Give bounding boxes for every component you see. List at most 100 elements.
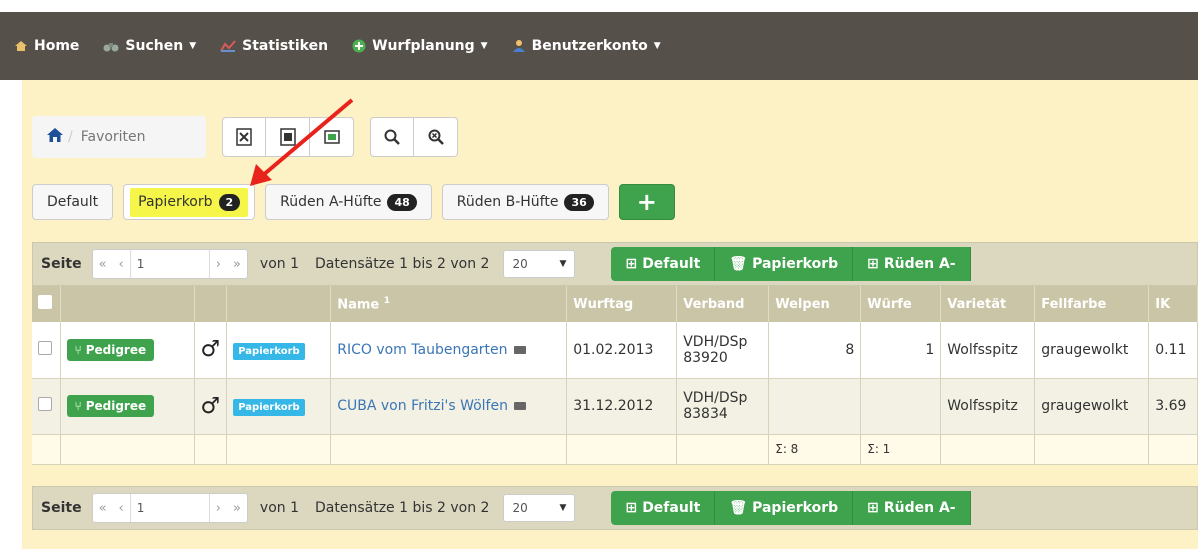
excel-icon	[236, 128, 252, 146]
move-default-button[interactable]: ⊞ Default	[611, 491, 716, 525]
welpen-cell	[768, 378, 862, 435]
move-papierkorb-label: Papierkorb	[752, 500, 839, 516]
tab-ruden-a[interactable]: Rüden A-Hüfte 48	[265, 184, 432, 220]
breadcrumb: / Favoriten	[32, 116, 206, 158]
wurfe-cell: 1	[860, 322, 942, 379]
table-row: ⑂ Pedigree ♂ Papierkorb CUBA von Fritzi's…	[32, 378, 1198, 435]
move-ruden-label: Rüden A-	[883, 500, 956, 516]
move-ruden-button[interactable]: ⊞ Rüden A-	[853, 491, 971, 525]
trash-icon: 🗑	[729, 500, 748, 516]
nav-suchen-label: Suchen	[125, 38, 184, 54]
col-wurfe[interactable]: Würfe	[860, 286, 942, 322]
next-page-icon[interactable]: ›	[210, 257, 227, 272]
pdf-export-button[interactable]	[266, 117, 310, 157]
move-papierkorb-button[interactable]: 🗑 Papierkorb	[715, 247, 854, 281]
select-all-checkbox[interactable]	[38, 295, 52, 309]
row-checkbox[interactable]	[38, 397, 52, 411]
col-welpen[interactable]: Welpen	[768, 286, 862, 322]
move-to-buttons: ⊞ Default 🗑 Papierkorb ⊞ Rüden A-	[611, 491, 971, 525]
list-header	[226, 286, 332, 322]
move-papierkorb-button[interactable]: 🗑 Papierkorb	[715, 491, 854, 525]
page-navigator: « ‹ 1 › »	[91, 249, 248, 279]
nav-home[interactable]: Home	[14, 38, 79, 54]
nav-suchen[interactable]: Suchen ▼	[103, 38, 196, 54]
first-page-icon[interactable]: «	[93, 257, 113, 272]
toolbar: / Favoriten	[32, 116, 458, 158]
dogs-table: Name 1 Wurftag Verband Welpen Würfe Vari…	[32, 286, 1198, 465]
nav-statistiken-label: Statistiken	[242, 38, 329, 54]
col-varietat[interactable]: Varietät	[940, 286, 1036, 322]
col-verband[interactable]: Verband	[676, 286, 770, 322]
clear-search-button[interactable]	[414, 117, 458, 157]
home-icon[interactable]	[46, 127, 64, 147]
clear-search-icon	[428, 129, 444, 145]
dog-name-link[interactable]: RICO vom Taubengarten	[337, 342, 507, 358]
last-page-icon[interactable]: »	[227, 501, 247, 516]
tab-ruden-b[interactable]: Rüden B-Hüfte 36	[441, 184, 609, 220]
move-to-buttons: ⊞ Default 🗑 Papierkorb ⊞ Rüden A-	[611, 247, 971, 281]
export-button-group	[222, 117, 354, 157]
image-export-button[interactable]	[310, 117, 354, 157]
image-icon	[323, 130, 340, 144]
verband-name: VDH/DSp	[683, 390, 748, 406]
row-checkbox[interactable]	[38, 340, 52, 355]
nav-benutzerkonto[interactable]: Benutzerkonto ▼	[512, 38, 661, 54]
per-page-select[interactable]: 20 ▼	[503, 494, 576, 522]
pedigree-button[interactable]: ⑂ Pedigree	[66, 395, 155, 417]
nav-wurfplanung[interactable]: Wurfplanung ▼	[352, 38, 488, 54]
main-panel: / Favoriten Default Papierkorb 2 Rüden A…	[22, 80, 1198, 549]
count-badge: 36	[564, 193, 594, 211]
select-all-header	[32, 286, 61, 322]
per-page-select[interactable]: 20 ▼	[503, 250, 576, 278]
tab-default[interactable]: Default	[32, 184, 114, 220]
first-page-icon[interactable]: «	[93, 501, 113, 516]
papierkorb-label-badge[interactable]: Papierkorb	[233, 399, 305, 416]
col-name[interactable]: Name 1	[330, 286, 568, 322]
tab-papierkorb[interactable]: Papierkorb 2	[123, 184, 256, 220]
male-icon: ♂	[200, 337, 221, 363]
breadcrumb-favoriten[interactable]: Favoriten	[81, 129, 146, 145]
name-cell: RICO vom Taubengarten	[330, 322, 568, 379]
fellfarbe-cell: graugewolkt	[1034, 322, 1150, 379]
pedigree-cell: ⑂ Pedigree	[60, 322, 195, 379]
nav-wurfplanung-label: Wurfplanung	[372, 38, 475, 54]
nav-home-label: Home	[34, 38, 80, 54]
records-info: Datensätze 1 bis 2 von 2	[315, 500, 490, 516]
dog-name-link[interactable]: CUBA von Fritzi's Wölfen	[337, 398, 508, 414]
col-ik[interactable]: IK	[1148, 286, 1198, 322]
pedigree-cell: ⑂ Pedigree	[60, 378, 195, 435]
tab-default-label: Default	[47, 194, 99, 210]
page-input[interactable]: 1	[129, 494, 210, 522]
papierkorb-label-badge[interactable]: Papierkorb	[233, 342, 305, 360]
col-name-label: Name	[337, 297, 380, 313]
add-favorite-button[interactable]: +	[618, 184, 675, 220]
move-default-button[interactable]: ⊞ Default	[611, 247, 716, 281]
tab-papierkorb-label: Papierkorb	[138, 194, 213, 210]
pager-label: Seite	[41, 256, 82, 272]
move-ruden-button[interactable]: ⊞ Rüden A-	[853, 247, 971, 281]
verband-name: VDH/DSp	[683, 333, 748, 350]
camera-icon[interactable]	[513, 345, 526, 354]
search-icon	[384, 129, 400, 145]
search-button[interactable]	[370, 117, 414, 157]
sum-row: Σ: 8 Σ: 1	[32, 434, 1198, 465]
prev-page-icon[interactable]: ‹	[113, 257, 130, 272]
nav-statistiken[interactable]: Statistiken	[220, 38, 328, 54]
list-cell: Papierkorb	[226, 322, 332, 379]
wurftag-cell: 01.02.2013	[566, 322, 678, 379]
count-badge: 2	[218, 193, 241, 211]
verband-cell: VDH/DSp 83834	[676, 378, 770, 435]
next-page-icon[interactable]: ›	[210, 501, 227, 516]
page-input[interactable]: 1	[129, 250, 210, 278]
col-fellfarbe[interactable]: Fellfarbe	[1034, 286, 1150, 322]
tab-ruden-b-label: Rüden B-Hüfte	[456, 194, 559, 210]
col-wurftag[interactable]: Wurftag	[566, 286, 678, 322]
last-page-icon[interactable]: »	[227, 257, 247, 272]
prev-page-icon[interactable]: ‹	[113, 501, 130, 516]
camera-icon[interactable]	[513, 402, 526, 410]
search-button-group	[370, 117, 458, 157]
excel-export-button[interactable]	[222, 117, 266, 157]
move-papierkorb-label: Papierkorb	[752, 256, 839, 272]
pedigree-button[interactable]: ⑂ Pedigree	[66, 338, 155, 361]
plus-square-icon: ⊞	[625, 256, 638, 272]
